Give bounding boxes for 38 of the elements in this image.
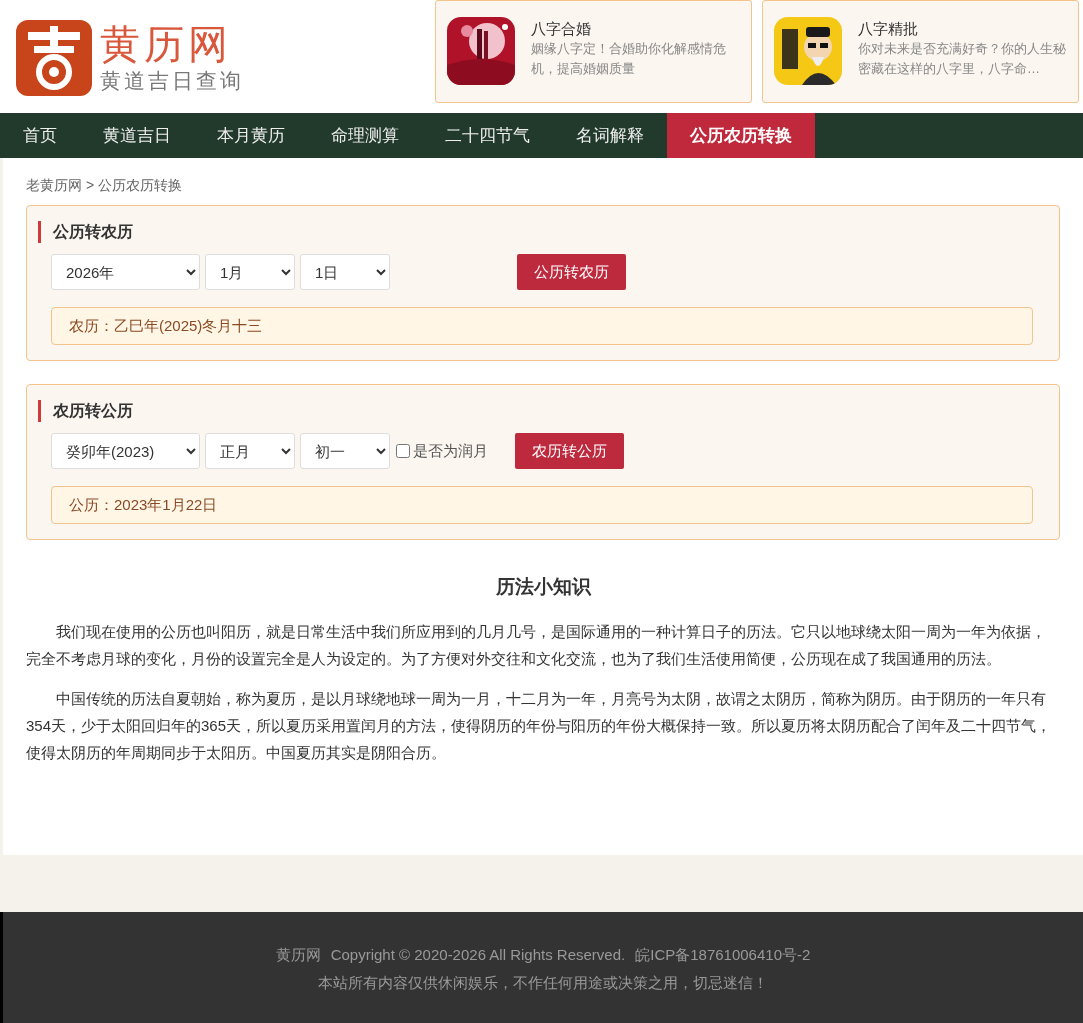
- logo-icon: [16, 20, 92, 96]
- nav-tab[interactable]: 首页: [0, 113, 80, 158]
- dropdown[interactable]: 1月: [205, 254, 295, 290]
- dropdown[interactable]: 1日: [300, 254, 390, 290]
- convert-button[interactable]: 农历转公历: [515, 433, 624, 469]
- nav-tab[interactable]: 公历农历转换: [667, 113, 815, 158]
- checkbox-label: 是否为润月: [413, 440, 488, 461]
- dropdown[interactable]: 初一: [300, 433, 390, 469]
- promo-card[interactable]: 八字精批 你对未来是否充满好奇？你的人生秘密藏在这样的八字里，八字命…: [762, 0, 1079, 103]
- dropdown[interactable]: 正月: [205, 433, 295, 469]
- nav-tab[interactable]: 黄道吉日: [80, 113, 194, 158]
- result-box: 公历：2023年1月22日: [51, 486, 1033, 524]
- dropdown[interactable]: 2026年: [51, 254, 200, 290]
- dropdown[interactable]: 癸卯年(2023): [51, 433, 200, 469]
- breadcrumb: 老黄历网 > 公历农历转换: [26, 176, 183, 195]
- nav-tab[interactable]: 本月黄历: [194, 113, 308, 158]
- nav-tab[interactable]: 命理测算: [308, 113, 422, 158]
- promo-text: 你对未来是否充满好奇？你的人生秘密藏在这样的八字里，八字命…: [858, 40, 1067, 78]
- convert-button[interactable]: 公历转农历: [517, 254, 626, 290]
- checkbox[interactable]: [396, 444, 410, 458]
- knowledge-title: 历法小知识: [494, 575, 592, 599]
- promo-title: 八字精批: [858, 19, 919, 39]
- paragraph: 中国传统的历法自夏朝始，称为夏历，是以月球绕地球一周为一月，十二月为一年，月亮号为太阴，故谓之太阴历，简称为阴历。由于阴历的一年只有354天，少于太阳回归年的365天，所以夏历采用置闰月的方法，使得阴历的年份与阳历的年份大概保持一致。所以夏历将太阴历配合了闰年及二十四节气，使得太阴历的年周期同步于太阳历。中国夏历其实是阴阳合历。: [26, 688, 1053, 763]
- promo-text: 姻缘八字定！合婚助你化解感情危机，提高婚姻质量: [531, 40, 727, 78]
- footer-disclaimer: 本站所有内容仅供休闲娱乐，不作任何用途或决策之用，切忌迷信！: [318, 973, 768, 993]
- section-title: 农历转公历: [38, 400, 1033, 422]
- logo-title: 黄历网: [100, 21, 233, 67]
- nav-tab[interactable]: 名词解释: [553, 113, 667, 158]
- paragraph: 我们现在使用的公历也叫阳历，就是日常生活中我们所应用到的几月几号，是国际通用的一种计算日子的历法。它只以地球绕太阳一周为一年为依据，完全不考虑月球的变化，月份的设置完全是人为设定的。为了方便对外交往和文化交流，也为了我们生活使用简便，公历现在成了我国通用的历法。: [26, 621, 1047, 669]
- footer-site: 黄历网: [275, 945, 321, 965]
- footer-icp[interactable]: 皖ICP备18761006410号-2: [635, 941, 811, 969]
- result-box: 农历：乙巳年(2025)冬月十三: [51, 307, 1033, 345]
- nav-tab[interactable]: 二十四节气: [422, 113, 553, 158]
- logo-subtitle: 黄道吉日查询: [100, 68, 244, 95]
- footer-copyright: Copyright © 2020-2026 All Rights Reserved.: [330, 945, 626, 965]
- section-title: 公历转农历: [38, 221, 1033, 243]
- promo-card[interactable]: 八字合婚 姻缘八字定！合婚助你化解感情危机，提高婚姻质量: [435, 0, 752, 103]
- promo-title: 八字合婚: [531, 19, 592, 39]
